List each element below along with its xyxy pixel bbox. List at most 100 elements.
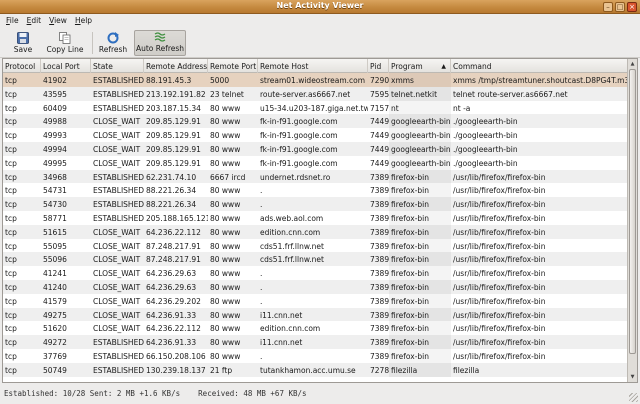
resize-grip-icon[interactable] [629, 393, 638, 402]
cell-state: ESTABLISHED [93, 351, 144, 361]
table-row[interactable]: tcp 51620 CLOSE_WAIT 64.236.22.112 80 www edi… [3, 321, 628, 336]
cell-remote-host: . [260, 296, 263, 306]
toolbar-separator [92, 32, 93, 54]
column-header-remote-address[interactable]: Remote Address [144, 59, 208, 73]
cell-command: nt -a [453, 103, 471, 113]
table-row[interactable]: tcp 49275 CLOSE_WAIT 64.236.91.33 80 www i11.… [3, 307, 628, 322]
column-header-program[interactable]: Program ▲ [389, 59, 451, 73]
cell-local-port: 49272 [43, 338, 67, 348]
close-icon[interactable]: × [627, 2, 637, 12]
cell-remote-address: 88.221.26.34 [146, 200, 197, 210]
cell-local-port: 43595 [43, 89, 67, 99]
cell-program: firefox-bin [389, 197, 451, 211]
table-row[interactable]: tcp 49993 CLOSE_WAIT 209.85.129.91 80 www fk-… [3, 128, 628, 142]
cell-remote-port: 80 www [210, 269, 241, 279]
cell-protocol: tcp [5, 144, 17, 154]
cell-protocol: tcp [5, 255, 17, 265]
cell-pid: 7449 [370, 158, 389, 168]
vertical-scrollbar[interactable]: ▲ ▼ [627, 59, 637, 382]
cell-pid: 7389 [370, 227, 389, 237]
cell-local-port: 58771 [43, 213, 67, 223]
cell-remote-port: 5000 [210, 76, 230, 85]
cell-pid: 7389 [370, 338, 389, 348]
cell-local-port: 49275 [43, 310, 67, 320]
cell-state: ESTABLISHED [93, 365, 144, 375]
table-row[interactable]: tcp 34968 ESTABLISHED 62.231.74.10 6667 ircd… [3, 169, 628, 184]
cell-remote-port: 80 www [210, 241, 241, 251]
column-header-local-port[interactable]: Local Port [41, 59, 91, 73]
table-row[interactable]: tcp 41240 CLOSE_WAIT 64.236.29.63 80 www. 738… [3, 279, 628, 294]
table-row[interactable]: tcp 50749 ESTABLISHED 130.239.18.137 21 ftp t… [3, 362, 628, 377]
cell-remote-address: 87.248.217.91 [146, 241, 201, 251]
column-header-command[interactable]: Command [451, 59, 628, 73]
table-row[interactable]: tcp 49272 ESTABLISHED 64.236.91.33 80 www i11… [3, 335, 628, 349]
cell-pid: 7157 [370, 103, 389, 113]
cell-remote-address: 209.85.129.91 [146, 158, 201, 168]
minimize-icon[interactable]: – [603, 2, 613, 12]
column-header-state[interactable]: State [91, 59, 144, 73]
table-row[interactable]: tcp 37769 ESTABLISHED 66.150.208.106 80 www.… [3, 348, 628, 363]
menu-help[interactable]: Help [71, 14, 96, 28]
cell-remote-host: undernet.rdsnet.ro [260, 172, 331, 182]
table-row[interactable]: tcp 41579 CLOSE_WAIT 64.236.29.202 80 www. 73… [3, 293, 628, 308]
table-row[interactable]: tcp 55096 CLOSE_WAIT 87.248.217.91 80 www cds… [3, 252, 628, 267]
maximize-icon[interactable]: □ [615, 2, 625, 12]
cell-protocol: tcp [5, 310, 17, 320]
cell-remote-host: . [260, 186, 263, 196]
menu-view[interactable]: View [45, 14, 71, 28]
cell-protocol: tcp [5, 200, 17, 210]
table-row[interactable]: tcp 41241 CLOSE_WAIT 64.236.29.63 80 www. 738… [3, 266, 628, 280]
sort-ascending-icon: ▲ [441, 63, 446, 70]
menu-file[interactable]: File [2, 14, 23, 28]
table-header: Protocol Local Port State Remote Address Rem… [3, 59, 628, 73]
cell-remote-host: edition.cnn.com [260, 227, 321, 237]
title-bar: Net Activity Viewer – □ × [0, 0, 640, 14]
cell-program: firefox-bin [389, 210, 451, 225]
column-header-protocol[interactable]: Protocol [3, 59, 41, 73]
copy-line-button[interactable]: Copy Line [44, 30, 86, 56]
scrollbar-thumb[interactable] [629, 69, 636, 354]
column-header-remote-host[interactable]: Remote Host [258, 59, 368, 73]
status-bar: Established: 10/28 Sent: 2 MB +1.6 KB/s … [0, 386, 640, 404]
cell-command: /usr/lib/firefox/firefox-bin [453, 227, 546, 237]
save-button[interactable]: Save [8, 30, 38, 56]
cell-local-port: 55096 [43, 255, 67, 265]
cell-remote-address: 64.236.91.33 [146, 310, 197, 320]
table-row[interactable]: tcp 49988 CLOSE_WAIT 209.85.129.91 80 www fk-… [3, 114, 628, 129]
cell-pid: 7389 [370, 310, 389, 320]
cell-remote-host: edition.cnn.com [260, 324, 321, 334]
cell-local-port: 49988 [43, 117, 67, 127]
menu-edit[interactable]: Edit [23, 14, 46, 28]
column-header-pid[interactable]: Pid [368, 59, 389, 73]
cell-local-port: 41241 [43, 269, 67, 279]
auto-refresh-toggle[interactable]: Auto Refresh [134, 30, 186, 56]
table-row[interactable]: tcp 43595 ESTABLISHED 213.192.191.82 23 teln… [3, 86, 628, 101]
scroll-up-icon[interactable]: ▲ [628, 59, 637, 69]
table-row[interactable]: tcp 58771 ESTABLISHED 205.188.165.121 80 www… [3, 210, 628, 225]
cell-program: firefox-bin [389, 252, 451, 267]
table-row[interactable]: tcp 41902 ESTABLISHED 88.191.45.3 5000 stream… [3, 73, 628, 87]
table-row[interactable]: tcp 60409 ESTABLISHED 203.187.15.34 80 www u1… [3, 100, 628, 115]
cell-local-port: 49994 [43, 144, 67, 154]
cell-remote-port: 80 www [210, 351, 241, 361]
cell-state: CLOSE_WAIT [93, 144, 141, 154]
column-header-remote-port[interactable]: Remote Port [208, 59, 258, 73]
table-row[interactable]: tcp 55095 CLOSE_WAIT 87.248.217.91 80 www cds… [3, 238, 628, 253]
cell-program: filezilla [389, 362, 451, 377]
cell-protocol: tcp [5, 117, 17, 127]
table-row[interactable]: tcp 54730 ESTABLISHED 88.221.26.34 80 www. 73… [3, 197, 628, 211]
cell-local-port: 60409 [43, 103, 67, 113]
refresh-button[interactable]: Refresh [96, 30, 130, 56]
scroll-down-icon[interactable]: ▼ [628, 372, 637, 382]
table-row[interactable]: tcp 49995 CLOSE_WAIT 209.85.129.91 80 www fk-… [3, 155, 628, 170]
cell-program: googleearth-bin [389, 155, 451, 170]
cell-remote-host: . [260, 269, 263, 279]
cell-remote-address: 64.236.22.112 [146, 227, 201, 237]
cell-command: telnet route-server.as6667.net [453, 89, 568, 99]
table-row[interactable]: tcp 49994 CLOSE_WAIT 209.85.129.91 80 www fk-… [3, 141, 628, 156]
cell-remote-host: fk-in-f91.google.com [260, 117, 338, 127]
table-row[interactable]: tcp 54731 ESTABLISHED 88.221.26.34 80 www. 73… [3, 183, 628, 198]
cell-state: ESTABLISHED [93, 172, 144, 182]
cell-remote-port: 80 www [210, 186, 241, 196]
table-row[interactable]: tcp 51615 CLOSE_WAIT 64.236.22.112 80 www edi… [3, 224, 628, 239]
